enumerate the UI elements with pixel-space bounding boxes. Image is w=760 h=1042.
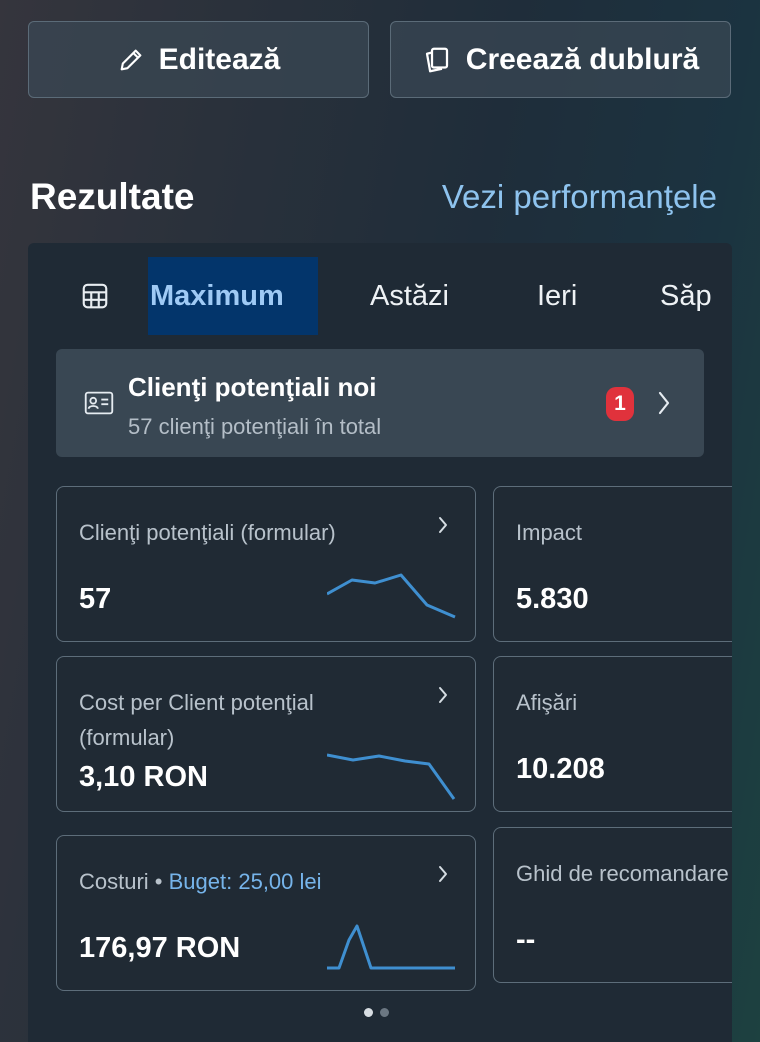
metric-label: Afişări [516,690,578,715]
metric-value: -- [516,924,536,956]
tab-yesterday[interactable]: Ieri [537,257,577,335]
chevron-right-icon [658,391,670,415]
tab-week[interactable]: Săp [660,257,712,335]
budget-link[interactable]: Buget: 25,00 lei [169,869,322,894]
edit-button[interactable]: Editează [28,21,369,98]
metric-label-line1: Cost per Client potenţial [79,690,314,715]
metric-card-leads[interactable]: Clienţi potenţiali (formular) 57 [56,486,476,642]
notification-badge: 1 [606,387,634,421]
chevron-right-icon [439,866,447,882]
page-dot[interactable] [380,1008,389,1017]
page-dot[interactable] [364,1008,373,1017]
edit-button-label: Editează [158,42,281,76]
tab-maximum[interactable]: Maximum [148,257,318,335]
metric-label: Ghid de recomandare [516,861,729,886]
chevron-right-icon [439,517,447,533]
metric-value: 10.208 [516,753,605,785]
metric-label-costs: Costuri [79,869,149,894]
new-leads-subtitle: 57 clienţi potenţiali în total [128,414,382,439]
sparkline [327,753,456,800]
metric-value: 176,97 RON [79,932,241,964]
tab-today[interactable]: Astăzi [370,257,449,335]
table-icon[interactable] [80,281,110,311]
metric-card-impact: Impact 5.830 [493,486,732,642]
tab-yesterday-label: Ieri [537,279,578,312]
tab-today-label: Astăzi [370,279,449,312]
tab-week-label: Săp [660,279,712,312]
metric-card-guide: Ghid de recomandare -- [493,827,732,983]
metric-card-impressions: Afişări 10.208 [493,656,732,812]
new-leads-card[interactable]: Clienţi potenţiali noi 57 clienţi potenţ… [56,349,704,457]
sparkline [327,924,455,970]
metric-label: Costuri • Buget: 25,00 lei [79,864,322,899]
metric-value: 5.830 [516,583,589,615]
metric-label-line2: (formular) [79,725,175,750]
metric-value: 3,10 RON [79,761,208,793]
view-performance-link[interactable]: Vezi performanţele [442,178,717,216]
tab-maximum-label: Maximum [150,279,284,312]
pencil-icon [120,49,142,70]
metric-label: Cost per Client potenţial (formular) [79,685,314,755]
pagination-dots [364,1008,389,1017]
results-panel: Maximum Astăzi Ieri Săp Clienţi potenţia… [28,243,732,1042]
duplicate-button[interactable]: Creează dublură [390,21,731,98]
sparkline [327,573,456,619]
metric-label: Clienţi potenţiali (formular) [79,520,336,545]
results-title: Rezultate [30,176,195,217]
copy-icon [425,47,448,72]
contact-card-icon [84,391,114,415]
new-leads-title: Clienţi potenţiali noi [128,372,377,402]
duplicate-button-label: Creează dublură [465,42,700,76]
metric-value: 57 [79,583,112,615]
label-separator: • [148,869,169,894]
metric-label: Impact [516,520,583,545]
chevron-right-icon [439,687,447,703]
metric-card-cost-per-lead[interactable]: Cost per Client potenţial (formular) 3,1… [56,656,476,812]
metric-card-costs[interactable]: Costuri • Buget: 25,00 lei 176,97 RON [56,835,476,991]
date-range-tabs: Maximum Astăzi Ieri Săp [28,257,712,335]
